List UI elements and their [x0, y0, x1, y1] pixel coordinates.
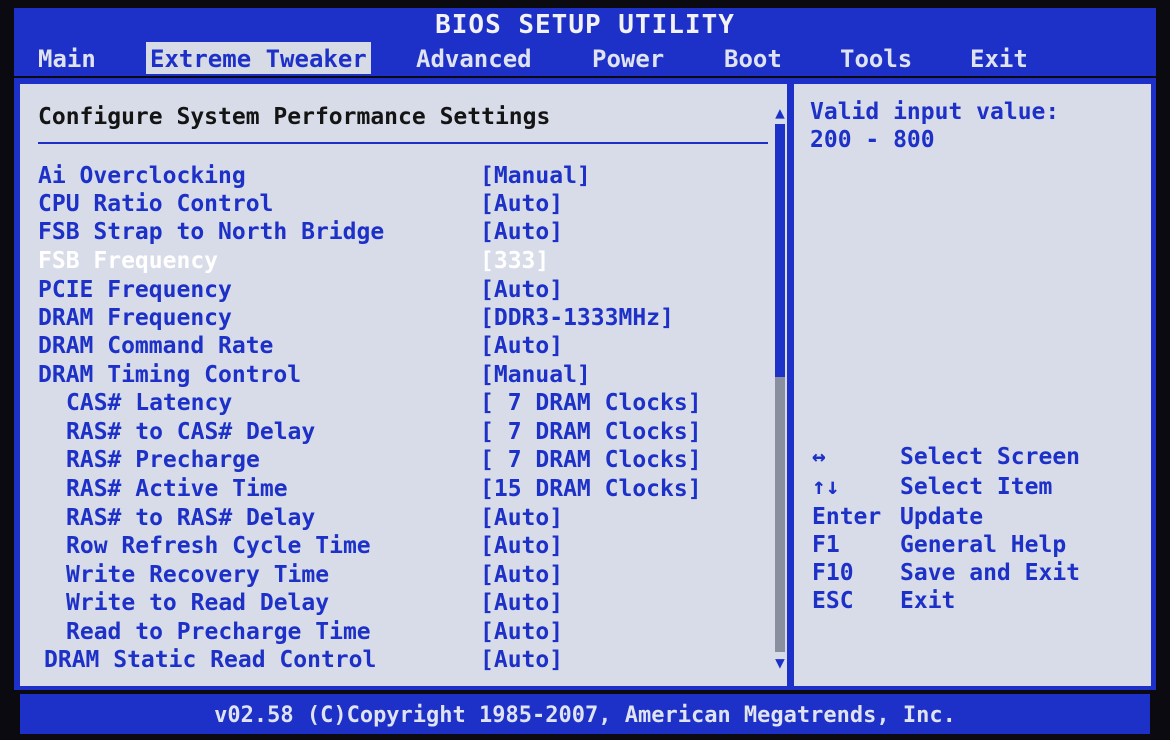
setting-label: RAS# to CAS# Delay — [66, 419, 316, 445]
setting-row-refresh-cycle-time[interactable]: Row Refresh Cycle Time [Auto] — [20, 532, 760, 560]
setting-dram-static-read-control[interactable]: DRAM Static Read Control [Auto] — [20, 646, 760, 674]
tab-main[interactable]: Main — [34, 42, 100, 74]
bios-title: BIOS SETUP UTILITY — [14, 8, 1156, 40]
tab-tools[interactable]: Tools — [836, 42, 916, 74]
setting-value[interactable]: [ 7 DRAM Clocks] — [480, 389, 702, 417]
setting-value[interactable]: [Auto] — [480, 646, 563, 674]
key-hint-desc: Update — [900, 504, 984, 530]
setting-value[interactable]: [Auto] — [480, 332, 563, 360]
setting-value[interactable]: [Manual] — [480, 361, 591, 389]
setting-label: Write to Read Delay — [66, 590, 330, 616]
help-line-2: 200 - 800 — [810, 127, 935, 153]
setting-label: DRAM Frequency — [38, 305, 232, 331]
tab-boot[interactable]: Boot — [720, 42, 786, 74]
key-name: F10 — [812, 560, 854, 586]
setting-cas-latency[interactable]: CAS# Latency [ 7 DRAM Clocks] — [20, 389, 760, 417]
setting-label: RAS# Active Time — [66, 476, 288, 502]
help-text: Valid input value: 200 - 800 — [810, 98, 1059, 154]
help-line-1: Valid input value: — [810, 99, 1060, 125]
key-hint-desc: Exit — [900, 588, 956, 614]
tab-power[interactable]: Power — [588, 42, 668, 74]
key-hint-desc: Select Screen — [900, 444, 1081, 470]
key-name: Enter — [812, 504, 882, 530]
setting-label: CPU Ratio Control — [38, 191, 274, 217]
setting-value[interactable]: [Auto] — [480, 218, 563, 246]
setting-fsb-frequency[interactable]: FSB Frequency [333] — [20, 247, 760, 275]
setting-write-recovery-time[interactable]: Write Recovery Time [Auto] — [20, 561, 760, 589]
left-right-arrows-icon: ↔ — [812, 444, 826, 470]
setting-value[interactable]: [Auto] — [480, 589, 563, 617]
setting-label: DRAM Command Rate — [38, 333, 274, 359]
setting-dram-frequency[interactable]: DRAM Frequency [DDR3-1333MHz] — [20, 304, 760, 332]
setting-ai-overclocking[interactable]: Ai Overclocking [Manual] — [20, 162, 760, 190]
setting-label: FSB Frequency — [38, 248, 219, 274]
scroll-thumb[interactable] — [775, 124, 785, 378]
setting-label: PCIE Frequency — [38, 277, 232, 303]
setting-ras-active-time[interactable]: RAS# Active Time [15 DRAM Clocks] — [20, 475, 760, 503]
setting-read-to-precharge-time[interactable]: Read to Precharge Time [Auto] — [20, 618, 760, 646]
key-name: ESC — [812, 588, 854, 614]
setting-label: CAS# Latency — [66, 390, 233, 416]
setting-dram-timing-control[interactable]: DRAM Timing Control [Manual] — [20, 361, 760, 389]
setting-value[interactable]: [Auto] — [480, 504, 563, 532]
key-hint-update: Enter Update — [812, 502, 1142, 532]
setting-value[interactable]: [Auto] — [480, 618, 563, 646]
setting-cpu-ratio-control[interactable]: CPU Ratio Control [Auto] — [20, 190, 760, 218]
scroll-down-arrow-icon[interactable]: ▼ — [772, 654, 788, 672]
key-hint-select-item: ↑↓ Select Item — [812, 472, 1142, 502]
key-hint-general-help: F1 General Help — [812, 530, 1142, 560]
tab-exit[interactable]: Exit — [966, 42, 1032, 74]
key-hint-desc: Save and Exit — [900, 560, 1081, 586]
help-panel: Valid input value: 200 - 800 ↔ Select Sc… — [794, 84, 1151, 686]
setting-ras-to-ras-delay[interactable]: RAS# to RAS# Delay [Auto] — [20, 504, 760, 532]
tab-extreme-tweaker[interactable]: Extreme Tweaker — [146, 42, 371, 74]
settings-panel: Configure System Performance Settings Ai… — [20, 84, 787, 686]
setting-value[interactable]: [Auto] — [480, 532, 563, 560]
setting-value[interactable]: [Auto] — [480, 190, 563, 218]
key-hint-select-screen: ↔ Select Screen — [812, 442, 1142, 472]
bios-screen: BIOS SETUP UTILITY Main Extreme Tweaker … — [0, 0, 1170, 740]
setting-dram-command-rate[interactable]: DRAM Command Rate [Auto] — [20, 332, 760, 360]
setting-label: DRAM Timing Control — [38, 362, 302, 388]
key-hint-desc: General Help — [900, 532, 1067, 558]
menu-bar: Main Extreme Tweaker Advanced Power Boot… — [14, 40, 1156, 76]
setting-value[interactable]: [DDR3-1333MHz] — [480, 304, 674, 332]
setting-value[interactable]: [15 DRAM Clocks] — [480, 475, 702, 503]
setting-label: Row Refresh Cycle Time — [66, 533, 371, 559]
scroll-track[interactable] — [775, 124, 785, 652]
setting-label: RAS# Precharge — [66, 447, 260, 473]
setting-label: DRAM Static Read Control — [44, 647, 377, 673]
setting-value[interactable]: [ 7 DRAM Clocks] — [480, 418, 702, 446]
setting-value[interactable]: [333] — [480, 247, 549, 275]
setting-label: Read to Precharge Time — [66, 619, 371, 645]
section-divider — [38, 142, 768, 144]
scrollbar[interactable]: ▲ ▼ — [772, 104, 788, 672]
setting-label: FSB Strap to North Bridge — [38, 219, 385, 245]
setting-value[interactable]: [Manual] — [480, 162, 591, 190]
key-hint-desc: Select Item — [900, 474, 1053, 500]
up-down-arrows-icon: ↑↓ — [812, 474, 840, 500]
setting-value[interactable]: [ 7 DRAM Clocks] — [480, 446, 702, 474]
setting-write-to-read-delay[interactable]: Write to Read Delay [Auto] — [20, 589, 760, 617]
scroll-up-arrow-icon[interactable]: ▲ — [772, 104, 788, 122]
setting-value[interactable]: [Auto] — [480, 561, 563, 589]
setting-ras-to-cas-delay[interactable]: RAS# to CAS# Delay [ 7 DRAM Clocks] — [20, 418, 760, 446]
tab-advanced[interactable]: Advanced — [412, 42, 536, 74]
section-title: Configure System Performance Settings — [38, 104, 551, 130]
setting-label: Write Recovery Time — [66, 562, 330, 588]
setting-label: Ai Overclocking — [38, 163, 246, 189]
key-hint-save-and-exit: F10 Save and Exit — [812, 558, 1142, 588]
copyright-footer: v02.58 (C)Copyright 1985-2007, American … — [20, 694, 1150, 734]
setting-pcie-frequency[interactable]: PCIE Frequency [Auto] — [20, 276, 760, 304]
key-hint-exit: ESC Exit — [812, 586, 1142, 616]
setting-fsb-strap[interactable]: FSB Strap to North Bridge [Auto] — [20, 218, 760, 246]
key-name: F1 — [812, 532, 840, 558]
setting-value[interactable]: [Auto] — [480, 276, 563, 304]
setting-ras-precharge[interactable]: RAS# Precharge [ 7 DRAM Clocks] — [20, 446, 760, 474]
setting-label: RAS# to RAS# Delay — [66, 505, 316, 531]
